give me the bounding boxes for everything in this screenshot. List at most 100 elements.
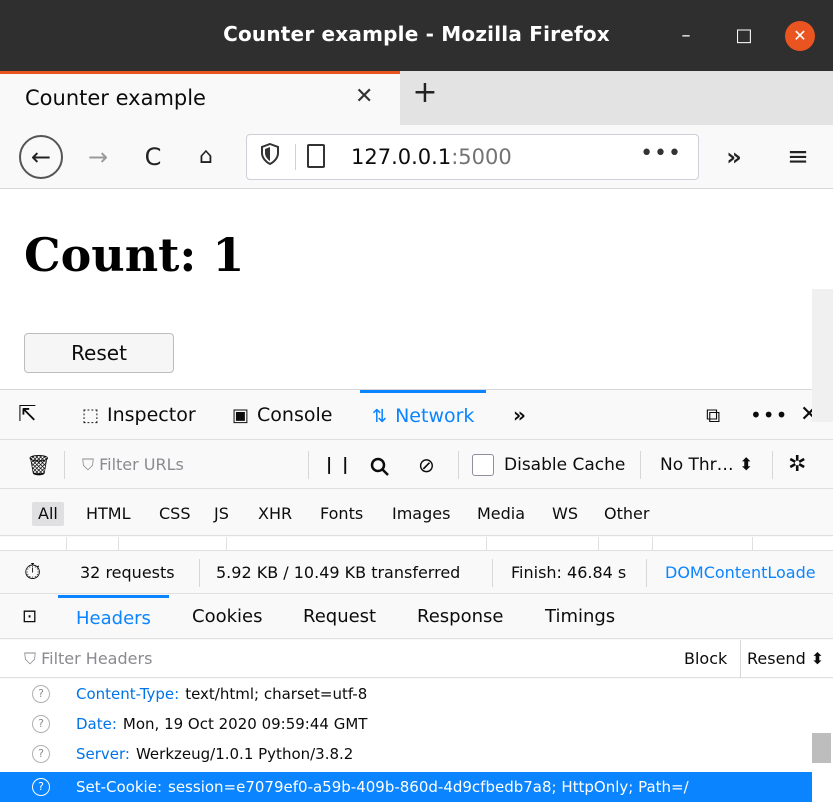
overflow-chevron-icon[interactable]: » [714, 137, 754, 177]
toolbar-divider [64, 451, 65, 479]
minimize-icon[interactable]: – [672, 22, 700, 50]
tab-cookies[interactable]: Cookies [192, 595, 262, 639]
header-row[interactable]: ? Server: Werkzeug/1.0.1 Python/3.8.2 [0, 741, 812, 767]
url-host: 127.0.0.1 [351, 145, 452, 169]
page-actions-icon[interactable]: ••• [640, 141, 682, 166]
filter-html[interactable]: HTML [80, 502, 137, 526]
filter-all[interactable]: All [32, 502, 64, 526]
inspector-icon: ⬚ [82, 405, 100, 426]
filter-xhr[interactable]: XHR [252, 502, 298, 526]
home-button[interactable]: ⌂ [186, 137, 226, 177]
header-name: Set-Cookie: [76, 778, 163, 796]
help-icon[interactable]: ? [32, 715, 50, 733]
header-row[interactable]: ? Content-Type: text/html; charset=utf-8 [0, 681, 812, 707]
window-title: Counter example - Mozilla Firefox [223, 22, 610, 46]
header-value: Mon, 19 Oct 2020 09:59:44 GMT [122, 715, 368, 733]
search-icon[interactable] [370, 441, 390, 489]
request-list-header [0, 537, 833, 551]
reload-button[interactable]: C [133, 137, 173, 177]
header-value: text/html; charset=utf-8 [185, 685, 368, 703]
tab-headers[interactable]: Headers [58, 595, 169, 639]
headers-scrollbar-thumb[interactable] [812, 733, 831, 763]
filter-other[interactable]: Other [598, 502, 655, 526]
url-text[interactable]: 127.0.0.1:5000 [351, 145, 512, 169]
maximize-icon[interactable]: □ [730, 22, 758, 50]
tab-timings[interactable]: Timings [545, 595, 615, 639]
more-tabs-icon[interactable]: » [513, 390, 526, 440]
devtools-panel: ⇱ ⬚ Inspector ▣ Console ⇅ Network » ⧉ ••• ✕… [0, 389, 833, 811]
tab-request[interactable]: Request [303, 595, 376, 639]
help-icon[interactable]: ? [32, 778, 50, 796]
throttle-select[interactable]: No Thr… ⬍ [660, 441, 753, 489]
block-icon[interactable]: ⊘ [418, 441, 435, 489]
filter-headers-placeholder: Filter Headers [41, 649, 153, 668]
filter-images[interactable]: Images [386, 502, 456, 526]
tab-inspector-label: Inspector [107, 404, 196, 426]
close-window-icon[interactable]: ✕ [785, 21, 815, 51]
headers-filter-bar: ⛉ Filter Headers Block Resend ⬍ [0, 640, 833, 678]
help-icon[interactable]: ? [32, 685, 50, 703]
disable-cache-checkbox[interactable] [472, 454, 494, 476]
tab-console[interactable]: ▣ Console [232, 390, 332, 440]
filter-js[interactable]: JS [208, 502, 235, 526]
toolbar-divider [772, 451, 773, 479]
response-headers-list: ? Content-Type: text/html; charset=utf-8 … [0, 679, 833, 811]
reset-button[interactable]: Reset [24, 333, 174, 373]
column-divider [486, 537, 487, 551]
filter-icon: ⛉ [82, 455, 100, 474]
column-divider [66, 537, 67, 551]
header-row-selected[interactable]: ? Set-Cookie: session=e7079ef0-a59b-409b-… [0, 772, 812, 802]
devtools-tabbar: ⇱ ⬚ Inspector ▣ Console ⇅ Network » ⧉ ••• ✕ [0, 390, 833, 440]
page-heading: Count: 1 [24, 228, 245, 282]
page-icon[interactable] [307, 144, 325, 168]
shield-icon[interactable] [261, 142, 279, 170]
devtools-options-icon[interactable]: ••• [750, 390, 788, 440]
filter-icon: ⛉ [24, 649, 42, 668]
toggle-panel-icon[interactable]: ⊡ [22, 595, 37, 639]
element-picker-icon[interactable]: ⇱ [18, 390, 36, 440]
disable-cache-label[interactable]: Disable Cache [504, 441, 625, 489]
forward-button[interactable]: → [78, 137, 118, 177]
domcontentloaded-time: DOMContentLoade [665, 563, 816, 582]
filter-fonts[interactable]: Fonts [314, 502, 369, 526]
header-name: Server: [76, 745, 130, 763]
help-icon[interactable]: ? [32, 745, 50, 763]
filter-ws[interactable]: WS [546, 502, 584, 526]
tab-strip: Counter example ✕ + [0, 71, 833, 125]
toolbar-divider [308, 451, 309, 479]
header-row[interactable]: ? Date: Mon, 19 Oct 2020 09:59:44 GMT [0, 711, 812, 737]
filter-headers-input[interactable]: ⛉ Filter Headers [24, 640, 152, 678]
tab-inspector[interactable]: ⬚ Inspector [82, 390, 196, 440]
trash-icon[interactable]: 🗑 [26, 441, 51, 489]
url-bar[interactable]: 127.0.0.1:5000 ••• [246, 134, 699, 180]
filter-urls-input[interactable]: ⛉ Filter URLs [82, 441, 184, 489]
column-divider [598, 537, 599, 551]
network-icon: ⇅ [372, 406, 388, 427]
tab-network[interactable]: ⇅ Network [360, 390, 487, 440]
requests-count: 32 requests [80, 563, 175, 582]
tab-response[interactable]: Response [417, 595, 503, 639]
header-name: Date: [76, 715, 117, 733]
close-tab-icon[interactable]: ✕ [355, 84, 373, 109]
filter-media[interactable]: Media [471, 502, 531, 526]
pause-icon[interactable]: | | [326, 441, 350, 489]
header-value: session=e7079ef0-a59b-409b-860d-4d9cfbed… [168, 778, 689, 796]
new-tab-button[interactable]: + [410, 75, 440, 110]
column-divider [226, 537, 227, 551]
hamburger-menu-icon[interactable]: ≡ [778, 137, 818, 177]
status-divider [199, 559, 200, 587]
tab-counter-example[interactable]: Counter example ✕ [0, 71, 400, 125]
finish-time: Finish: 46.84 s [511, 563, 627, 582]
column-divider [652, 537, 653, 551]
filter-css[interactable]: CSS [153, 502, 196, 526]
tab-console-label: Console [257, 404, 333, 426]
headers-scrollbar[interactable] [812, 289, 833, 422]
url-port: :5000 [451, 145, 512, 169]
dock-icon[interactable]: ⧉ [706, 390, 720, 440]
back-button[interactable]: ← [19, 135, 63, 179]
settings-gear-icon[interactable]: ✲ [788, 441, 806, 489]
block-button[interactable]: Block [684, 640, 727, 678]
toolbar-divider [640, 451, 641, 479]
toolbar-divider [458, 451, 459, 479]
resend-button[interactable]: Resend ⬍ [740, 640, 824, 678]
